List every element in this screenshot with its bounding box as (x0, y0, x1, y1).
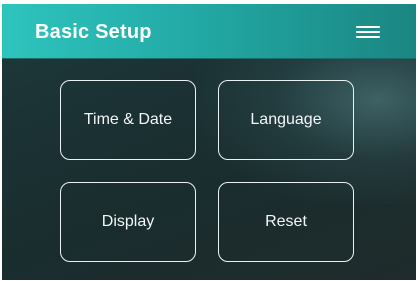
display-button[interactable]: Display (60, 182, 196, 262)
hamburger-menu-icon[interactable] (356, 25, 380, 39)
header-bar: Basic Setup (2, 4, 416, 59)
time-date-button[interactable]: Time & Date (60, 80, 196, 160)
basic-setup-screen: Basic Setup Time & Date Language Display… (2, 4, 416, 280)
menu-line (356, 31, 380, 33)
language-button[interactable]: Language (218, 80, 354, 160)
menu-line (356, 36, 380, 38)
display-label: Display (101, 213, 155, 230)
reset-label: Reset (265, 213, 307, 230)
reset-button[interactable]: Reset (218, 182, 354, 262)
time-date-label: Time & Date (83, 111, 173, 128)
menu-line (356, 26, 380, 28)
language-label: Language (250, 111, 322, 128)
page-title: Basic Setup (35, 21, 152, 43)
